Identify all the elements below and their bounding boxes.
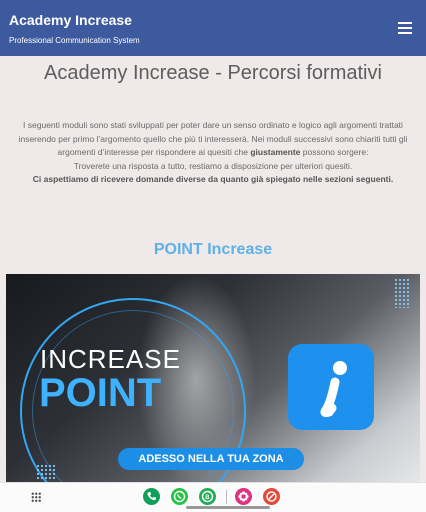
intro-line2: Troverete una risposta a tutto, restiamo…: [73, 160, 353, 171]
app-header: Academy Increase Professional Communicat…: [0, 0, 426, 56]
dock-separator: [226, 490, 227, 504]
page-title: Academy Increase - Percorsi formativi: [44, 62, 382, 84]
intro-line3: Ci aspettiamo di ricevere domande divers…: [5, 173, 421, 187]
app-title[interactable]: Academy Increase: [9, 12, 132, 28]
whatsapp-business-icon[interactable]: B: [199, 488, 216, 505]
phone-icon[interactable]: [143, 488, 160, 505]
dual-app-icon[interactable]: [263, 488, 280, 505]
hamburger-menu-icon[interactable]: [398, 22, 412, 34]
whatsapp-icon[interactable]: [171, 488, 188, 505]
intro-line1-end: possono sorgere:: [300, 147, 369, 157]
home-indicator[interactable]: [186, 506, 270, 509]
intro-paragraph: I seguenti moduli sono stati sviluppati …: [5, 119, 421, 160]
increase-logo-icon: [288, 344, 374, 430]
banner-cta[interactable]: ADESSO NELLA TUA ZONA: [118, 448, 304, 470]
intro-emphasis: giustamente: [250, 147, 301, 157]
dot-pattern-top: [394, 278, 410, 308]
svg-text:B: B: [205, 495, 210, 501]
dot-pattern-bottom: [36, 464, 56, 480]
flower-app-icon[interactable]: [235, 488, 252, 505]
app-subtitle: Professional Communication System: [9, 36, 140, 45]
apps-grid-icon[interactable]: [31, 492, 41, 502]
banner-word-point: POINT: [39, 371, 162, 415]
intro-text: I seguenti moduli sono stati sviluppati …: [5, 119, 421, 187]
intro-line3-bold: Ci aspettiamo di ricevere domande divers…: [32, 174, 394, 184]
section-title: POINT Increase: [153, 241, 273, 258]
point-increase-banner[interactable]: INCREASE POINT ADESSO NELLA TUA ZONA: [6, 274, 420, 486]
